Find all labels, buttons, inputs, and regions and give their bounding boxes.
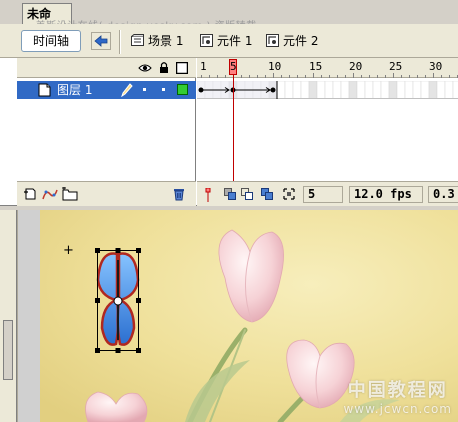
layer-frames-row[interactable]: [196, 80, 458, 100]
symbol-icon: [200, 34, 213, 47]
frame-cell[interactable]: [452, 80, 458, 100]
insert-folder-icon[interactable]: [62, 187, 78, 201]
ruler-label: 30: [429, 60, 443, 73]
frame-cell[interactable]: [364, 80, 374, 100]
frame-cell[interactable]: [316, 80, 326, 100]
pasteboard: [18, 210, 40, 422]
frame-cell[interactable]: [300, 80, 310, 100]
document-tab-strip: 未命名-1* ·美斯设计在线( design.yesky.com ) 瓷版转载: [0, 0, 458, 41]
lock-dot[interactable]: [162, 88, 165, 91]
frame-cell[interactable]: [396, 80, 406, 100]
site-watermark: 中国教程网 www.jcwcn.com: [343, 380, 452, 416]
layer-pane: 图层 1: [17, 58, 196, 206]
frames-pane: 1 10 15 20 25 30 5 5 12.0 fps 0.3: [196, 58, 458, 206]
frame-cell[interactable]: [412, 80, 422, 100]
frame-cell[interactable]: [276, 80, 286, 100]
tools-scroll-handle[interactable]: [3, 320, 13, 380]
transform-handle[interactable]: [136, 248, 141, 253]
transform-handle[interactable]: [136, 348, 141, 353]
transform-handle[interactable]: [95, 298, 100, 303]
back-arrow-icon[interactable]: [91, 32, 111, 50]
onion-skin-outlines-icon[interactable]: [241, 188, 253, 200]
layer-outline-color-swatch[interactable]: [177, 84, 188, 95]
ruler-label: 20: [349, 60, 363, 73]
playhead-frame-number: 5: [230, 60, 237, 73]
current-frame-field: 5: [303, 186, 343, 203]
eye-icon[interactable]: [138, 62, 152, 74]
frame-cells: [196, 80, 458, 100]
frame-cell[interactable]: [404, 80, 414, 100]
keyframe-1[interactable]: [198, 87, 204, 93]
breadcrumb-symbol-2[interactable]: 元件 2: [266, 34, 318, 48]
frame-cell[interactable]: [308, 80, 318, 100]
frame-cell[interactable]: [292, 80, 302, 100]
edit-bar: 时间轴 场景 1 元件 1 元件 2: [0, 24, 458, 58]
onion-skin-icon[interactable]: [224, 188, 236, 200]
timeline-panel: 图层 1 1 10 15 20 25 30 5 5 12.0 fps 0.3: [0, 58, 458, 206]
timeline-toggle-button[interactable]: 时间轴: [21, 30, 81, 52]
frame-cell[interactable]: [284, 80, 294, 100]
symbol-icon: [266, 34, 279, 47]
elapsed-time-field: 0.3: [428, 186, 458, 203]
ruler-label: 15: [309, 60, 323, 73]
watermark-url: www.jcwcn.com: [343, 402, 452, 416]
frame-cell[interactable]: [372, 80, 382, 100]
frame-cell[interactable]: [324, 80, 334, 100]
layer-toolbar: [17, 181, 196, 206]
stage[interactable]: + 中国教程网 www.jcwcn.com: [40, 210, 458, 422]
breadcrumb-symbol-2-label: 元件 2: [283, 34, 319, 48]
frame-cell[interactable]: [380, 80, 390, 100]
layer-row[interactable]: 图层 1: [17, 81, 196, 99]
delete-layer-icon[interactable]: [173, 187, 185, 201]
visibility-dot[interactable]: [143, 88, 146, 91]
frame-cell[interactable]: [428, 80, 438, 100]
center-frame-icon[interactable]: [203, 188, 213, 202]
lock-icon[interactable]: [159, 61, 169, 74]
frame-cell[interactable]: [436, 80, 446, 100]
watermark-title: 中国教程网: [347, 380, 448, 401]
pencil-icon: [121, 83, 133, 97]
layer-name[interactable]: 图层 1: [57, 82, 92, 98]
edit-multiple-frames-icon[interactable]: [261, 188, 273, 200]
frame-rate-field: 12.0 fps: [349, 186, 423, 203]
breadcrumb-symbol-1-label: 元件 1: [217, 34, 253, 48]
flash-editor-window: 未命名-1* ·美斯设计在线( design.yesky.com ) 瓷版转载 …: [0, 0, 458, 422]
transform-handle[interactable]: [115, 248, 121, 253]
tools-panel-edge: [0, 210, 17, 422]
edit-bar-separator: [119, 30, 121, 54]
scene-icon: [131, 34, 144, 46]
keyframe-10[interactable]: [270, 87, 276, 93]
ruler-label: 25: [389, 60, 403, 73]
modify-onion-markers-icon[interactable]: [283, 188, 295, 200]
breadcrumb-symbol-1[interactable]: 元件 1: [200, 34, 252, 48]
playhead-line: [233, 75, 234, 181]
frame-cell[interactable]: [332, 80, 342, 100]
transform-handle[interactable]: [115, 348, 121, 353]
frame-cell[interactable]: [420, 80, 430, 100]
layer-page-icon: [38, 83, 51, 97]
breadcrumb-scene-label: 场景 1: [148, 34, 184, 48]
ruler-label: 10: [268, 60, 282, 73]
insert-layer-icon[interactable]: [24, 187, 38, 201]
transform-handle[interactable]: [136, 298, 141, 303]
stage-area: + 中国教程网 www.jcwcn.com: [0, 210, 458, 422]
ruler-label: 1: [200, 60, 207, 73]
frame-cell[interactable]: [444, 80, 454, 100]
frame-cell[interactable]: [388, 80, 398, 100]
transform-handle[interactable]: [95, 348, 100, 353]
layer-header: [17, 58, 196, 78]
transform-handle[interactable]: [95, 248, 100, 253]
frame-cell[interactable]: [356, 80, 366, 100]
timeline-status-bar: 5 12.0 fps 0.3: [197, 181, 458, 206]
frame-cell[interactable]: [348, 80, 358, 100]
outline-icon[interactable]: [176, 62, 188, 74]
frame-cell[interactable]: [340, 80, 350, 100]
breadcrumb-scene[interactable]: 场景 1: [131, 34, 183, 48]
add-motion-guide-icon[interactable]: [42, 187, 58, 201]
registration-mark: +: [63, 243, 74, 258]
